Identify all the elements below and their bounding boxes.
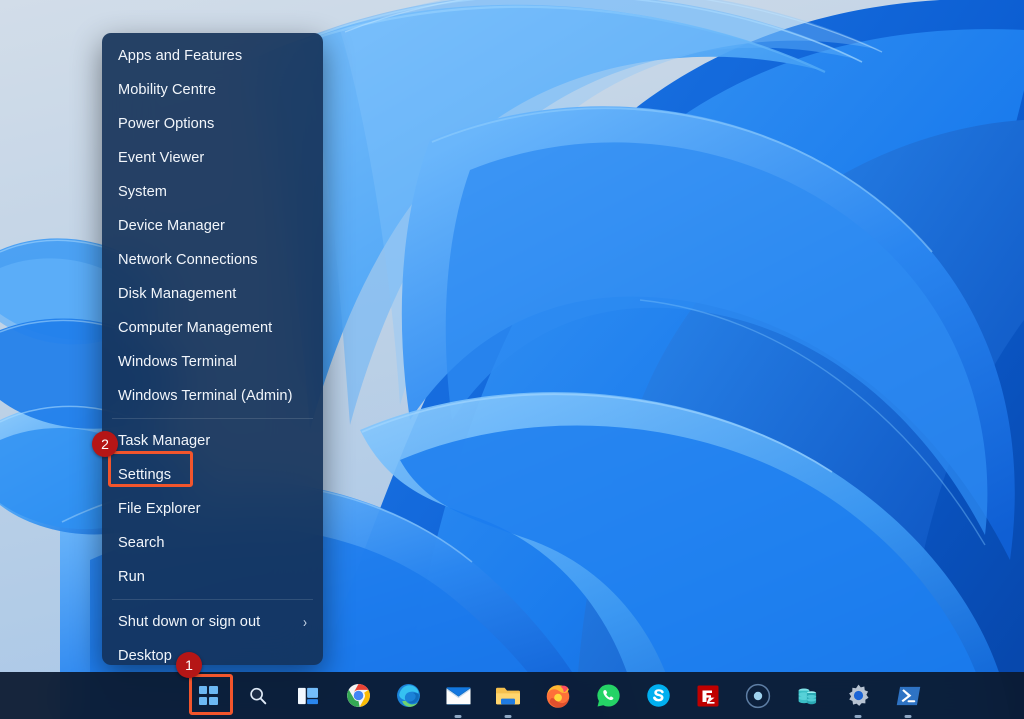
search-icon [250, 687, 267, 704]
edge-button[interactable] [390, 678, 426, 714]
skype-icon [646, 684, 670, 707]
taskbar-icon-group [190, 678, 926, 718]
menu-item-mobility-centre[interactable]: Mobility Centre [102, 73, 323, 107]
windows-logo-icon [198, 686, 218, 705]
menu-item-label: Apps and Features [118, 48, 243, 64]
menu-item-label: Power Options [118, 116, 215, 132]
database-stack-icon [798, 688, 817, 704]
search-button[interactable] [240, 678, 276, 714]
running-indicator [504, 714, 512, 718]
recorder-button[interactable] [740, 678, 776, 714]
menu-item-label: Shut down or sign out [118, 614, 261, 630]
menu-item-label: Computer Management [118, 320, 273, 336]
menu-item-label: Desktop [118, 648, 172, 664]
menu-separator [112, 418, 313, 419]
menu-item-run[interactable]: Run [102, 560, 323, 594]
menu-item-event-viewer[interactable]: Event Viewer [102, 141, 323, 175]
skype-button[interactable] [640, 678, 676, 714]
gear-icon [848, 684, 868, 706]
taskbar[interactable] [0, 672, 1024, 719]
menu-item-label: Run [118, 569, 145, 585]
task-view-button[interactable] [290, 678, 326, 714]
powershell-button[interactable] [890, 678, 926, 718]
database-button[interactable] [790, 678, 826, 714]
menu-item-system[interactable]: System [102, 175, 323, 209]
running-indicator [854, 714, 862, 718]
menu-item-desktop[interactable]: Desktop [102, 639, 323, 665]
filezilla-icon [697, 685, 719, 706]
powershell-icon [896, 686, 920, 705]
step-badge-2: 2 [92, 431, 118, 457]
menu-item-label: System [118, 184, 167, 200]
menu-item-label: Mobility Centre [118, 82, 217, 98]
menu-item-task-manager[interactable]: Task Manager [102, 424, 323, 458]
menu-item-windows-terminal-admin[interactable]: Windows Terminal (Admin) [102, 379, 323, 413]
menu-item-search[interactable]: Search [102, 526, 323, 560]
menu-item-computer-management[interactable]: Computer Management [102, 311, 323, 345]
filezilla-button[interactable] [690, 678, 726, 714]
winx-context-menu[interactable]: Apps and Features Mobility Centre Power Op… [102, 33, 323, 665]
menu-item-network-connections[interactable]: Network Connections [102, 243, 323, 277]
whatsapp-icon [596, 684, 620, 707]
running-indicator [454, 714, 462, 718]
task-view-icon [298, 687, 318, 704]
menu-item-label: Event Viewer [118, 150, 205, 166]
menu-item-label: Windows Terminal [118, 354, 237, 370]
step-badge-1: 1 [176, 652, 202, 678]
file-explorer-button[interactable] [490, 678, 526, 718]
menu-item-label: Network Connections [118, 252, 258, 268]
menu-item-label: File Explorer [118, 501, 201, 517]
firefox-button[interactable] [540, 678, 576, 714]
menu-item-disk-management[interactable]: Disk Management [102, 277, 323, 311]
menu-separator [112, 599, 313, 600]
menu-item-power-options[interactable]: Power Options [102, 107, 323, 141]
chevron-right-icon: › [302, 613, 307, 631]
menu-item-label: Task Manager [118, 433, 211, 449]
desktop-screen: Apps and Features Mobility Centre Power Op… [0, 0, 1024, 719]
folder-icon [496, 687, 520, 704]
menu-item-file-explorer[interactable]: File Explorer [102, 492, 323, 526]
chrome-button[interactable] [340, 678, 376, 714]
menu-item-windows-terminal[interactable]: Windows Terminal [102, 345, 323, 379]
menu-item-label: Search [118, 535, 165, 551]
menu-item-device-manager[interactable]: Device Manager [102, 209, 323, 243]
firefox-icon [546, 684, 570, 708]
running-indicator [904, 714, 912, 718]
menu-item-shut-down-or-sign-out[interactable]: Shut down or sign out › [102, 605, 323, 639]
mail-button[interactable] [440, 678, 476, 718]
mail-icon [445, 686, 471, 705]
menu-item-label: Windows Terminal (Admin) [118, 388, 293, 404]
menu-item-label: Disk Management [118, 286, 237, 302]
start-button[interactable] [190, 678, 226, 714]
menu-item-apps-and-features[interactable]: Apps and Features [102, 39, 323, 73]
menu-item-label: Device Manager [118, 218, 225, 234]
whatsapp-button[interactable] [590, 678, 626, 714]
chrome-icon [346, 684, 370, 707]
edge-icon [396, 684, 420, 707]
settings-button[interactable] [840, 678, 876, 718]
menu-item-settings[interactable]: Settings [102, 458, 323, 492]
record-circle-icon [745, 683, 771, 708]
menu-item-label: Settings [118, 467, 172, 483]
